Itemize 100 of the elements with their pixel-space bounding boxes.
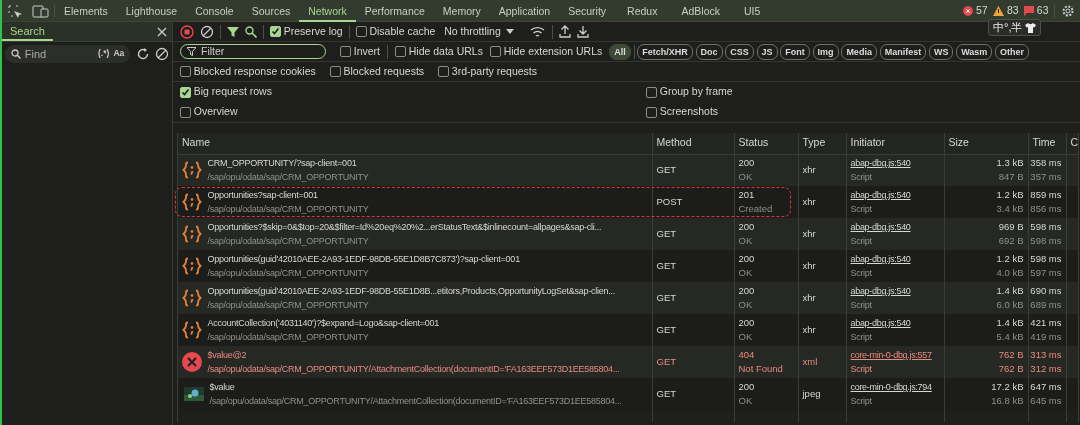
checkbox[interactable]	[340, 46, 351, 57]
initiator-link[interactable]: abap-dbg.js:540	[850, 188, 940, 202]
checkbox-label: Blocked requests	[343, 63, 425, 79]
method-text: GET	[656, 228, 677, 239]
request-name[interactable]: Opportunities?sap-client=001	[207, 188, 369, 202]
panel-tab[interactable]: Sources	[242, 0, 300, 22]
request-name[interactable]: CRM_OPPORTUNITY/?sap-client=001	[207, 156, 369, 171]
initiator-link[interactable]: core-min-0-dbg.js:557	[850, 348, 940, 362]
request-path: /sap/opu/odata/sap/CRM_OPPORTUNITY	[207, 331, 370, 344]
panel-tab[interactable]: Console	[186, 0, 243, 22]
panel-tab[interactable]: Network	[299, 0, 356, 22]
panel-tab[interactable]: Memory	[433, 0, 490, 22]
status-text: OK	[738, 234, 754, 248]
type-filter-chip[interactable]: All	[609, 43, 631, 60]
checkbox[interactable]	[329, 66, 341, 77]
type-filter-chip[interactable]: Img	[812, 43, 839, 60]
search-icon[interactable]	[245, 25, 257, 38]
type-filter-chip[interactable]: WS	[928, 43, 954, 60]
wifi-settings-icon[interactable]	[530, 25, 547, 38]
throttling-dropdown[interactable]: No throttling	[444, 23, 515, 40]
checkbox-label: Invert	[353, 43, 380, 59]
type-filter-chip[interactable]: Fetch/XHR	[637, 43, 693, 60]
transfer-size: 1.3 kB	[996, 156, 1024, 171]
type-filter-chip[interactable]: Manifest	[879, 43, 927, 60]
request-name[interactable]: AccountCollection('4031140')?$expand=Logo&sap-client=001	[207, 316, 439, 330]
filter-icon[interactable]	[227, 25, 239, 38]
initiator-link[interactable]: abap-dbg.js:540	[850, 252, 940, 266]
request-name[interactable]: $value@2	[207, 348, 620, 362]
request-row[interactable]	[178, 282, 1078, 314]
transfer-size: 17.2 kB	[991, 380, 1024, 394]
initiator-link[interactable]: abap-dbg.js:540	[850, 284, 940, 298]
request-path: /sap/opu/odata/sap/CRM_OPPORTUNITY	[207, 203, 369, 216]
request-name[interactable]: Opportunities(guid'42010AEE-2A93-1EDF-98DB-55E1D8B7C873')?sap-client=001	[207, 252, 520, 266]
braces-icon	[182, 288, 202, 308]
initiator-link[interactable]: abap-dbg.js:540	[850, 156, 940, 171]
request-row[interactable]: CRM_OPPORTUNITY/?sap-client=001 /sap/opu/odata/sap/CRM_OPPORTUNITY GET 200 OK xhr abap-dbg.js:540 Script 1.3 kB 847 B 358 ms 357 ms	[178, 154, 1078, 186]
resource-size: 6.0 kB	[996, 298, 1024, 312]
type-filter-chip[interactable]: Wasm	[956, 43, 993, 60]
panel-tab[interactable]: Application	[489, 0, 560, 22]
panel-tab[interactable]: Redux	[615, 0, 670, 22]
regex-toggle[interactable]: (.*)	[98, 47, 110, 61]
type-filter-chip[interactable]: Other	[995, 43, 1030, 60]
checkbox[interactable]	[395, 46, 406, 57]
request-row[interactable]: $value /sap/opu/odata/sap/CRM_OPPORTUNITY/AttachmentCollection(documentID='FA163EEF573D1EE585804... GET 200 OK jpeg core-min-0-dbg.js:794 Script 17.2 kB 16.8 kB 647 ms 645 ms	[178, 378, 1078, 410]
upload-icon[interactable]	[559, 25, 572, 38]
braces-icon	[182, 224, 202, 244]
column-header[interactable]: Name	[182, 136, 210, 149]
panel-tab[interactable]: Performance	[355, 0, 434, 22]
status-text: OK	[738, 298, 754, 312]
checkbox-label: Big request rows	[193, 84, 272, 100]
stop-recording-icon[interactable]	[180, 24, 194, 39]
settings-icon[interactable]	[1060, 3, 1075, 18]
request-row[interactable]: AccountCollection('4031140')?$expand=Logo&sap-client=001 /sap/opu/odata/sap/CRM_OPPORTUNITY GET 200 OK xhr abap-dbg.js:540 Script 1.4 kB 5.4 kB 421 ms 419 ms	[178, 314, 1078, 346]
type-filter-chip[interactable]: Doc	[695, 43, 723, 60]
type-filter-chip[interactable]: JS	[756, 43, 778, 60]
ime-status: 中°,半	[993, 20, 1023, 35]
checkbox[interactable]	[270, 26, 281, 37]
transfer-size: 1.4 kB	[996, 284, 1024, 298]
clear-icon[interactable]	[155, 46, 170, 61]
type-filter-chip[interactable]: CSS	[725, 43, 754, 60]
latency-text: 597 ms	[1030, 266, 1062, 280]
refresh-icon[interactable]	[135, 46, 150, 61]
checkbox[interactable]	[489, 46, 501, 57]
checkbox[interactable]	[180, 106, 191, 118]
clear-icon[interactable]	[200, 24, 214, 39]
initiator-type: Script	[850, 203, 873, 216]
checkbox[interactable]	[180, 66, 191, 77]
request-row[interactable]: Opportunities?$skip=0&$top=20&$filter=Id%20eq%20%2...erStatusText&$inlinecount=allpages&sap-cli... /sap/opu/odata/sap/CRM_OPPORTUNITY GET 200 OK xhr abap-dbg.js:540 Script 969 B 692 B 598 ms 598 ms	[178, 218, 1078, 250]
type-text: xhr	[802, 164, 816, 176]
checkbox[interactable]	[180, 86, 191, 98]
panel-tab[interactable]: AdBlock	[669, 0, 732, 22]
type-filter-chip[interactable]: Font	[780, 43, 810, 60]
type-filter-chip[interactable]: Media	[841, 43, 877, 60]
request-name[interactable]: Opportunities(guid'42010AEE-2A93-1EDF-98DB-55E1D8B...etitors,Products,OpportunityLogSet&sap-clien...	[207, 284, 615, 298]
request-row[interactable]: Opportunities?sap-client=001 /sap/opu/odata/sap/CRM_OPPORTUNITY POST 201 Created xhr abap-dbg.js:540 Script 1.2 kB 3.4 kB 859 ms 856 ms	[178, 186, 1078, 218]
request-name[interactable]: Opportunities?$skip=0&$top=20&$filter=Id%20eq%20%2...erStatusText&$inlinecount=allpages&sap-cli...	[207, 220, 602, 234]
download-icon[interactable]	[577, 25, 590, 38]
filter-field[interactable]: Filter	[180, 44, 326, 59]
panel-tab[interactable]: Security	[559, 0, 616, 22]
checkbox[interactable]	[355, 26, 367, 37]
initiator-link[interactable]: abap-dbg.js:540	[850, 316, 940, 330]
panel-tab[interactable]: Elements	[55, 0, 117, 22]
checkbox-label: 3rd-party requests	[451, 63, 537, 79]
checkbox[interactable]	[438, 66, 450, 77]
initiator-link[interactable]: core-min-0-dbg.js:794	[850, 380, 940, 394]
search-field[interactable]: Find (.*) Aa	[4, 44, 131, 63]
method-text: GET	[656, 324, 677, 335]
latency-text: 312 ms	[1030, 362, 1062, 376]
column-header[interactable]: Size	[948, 136, 969, 149]
checkbox[interactable]	[646, 86, 657, 98]
match-case-toggle[interactable]: Aa	[113, 47, 125, 61]
request-row[interactable]: Opportunities(guid'42010AEE-2A93-1EDF-98DB-55E1D8B7C873')?sap-client=001 /sap/opu/odata/sap/CRM_OPPORTUNITY GET 200 OK xhr abap-dbg.js:540 Script 1.2 kB 4.0 kB 598 ms 597 ms	[178, 250, 1078, 282]
checkbox[interactable]	[646, 106, 657, 118]
panel-tab[interactable]: UI5	[732, 0, 773, 22]
request-row[interactable]: $value@2 /sap/opu/odata/sap/CRM_OPPORTUNITY/AttachmentCollection(documentID='FA163EEF573D1EE585804... GET 404 Not Found xml core-min-0-dbg.js:557 Script 762 B 762 B 313 ms 312 ms	[178, 346, 1078, 378]
request-name[interactable]: $value	[209, 380, 622, 394]
initiator-link[interactable]: abap-dbg.js:540	[850, 220, 940, 234]
initiator-type: Script	[850, 395, 873, 408]
close-icon[interactable]	[156, 26, 167, 37]
panel-tab[interactable]: Lighthouse	[116, 0, 187, 22]
